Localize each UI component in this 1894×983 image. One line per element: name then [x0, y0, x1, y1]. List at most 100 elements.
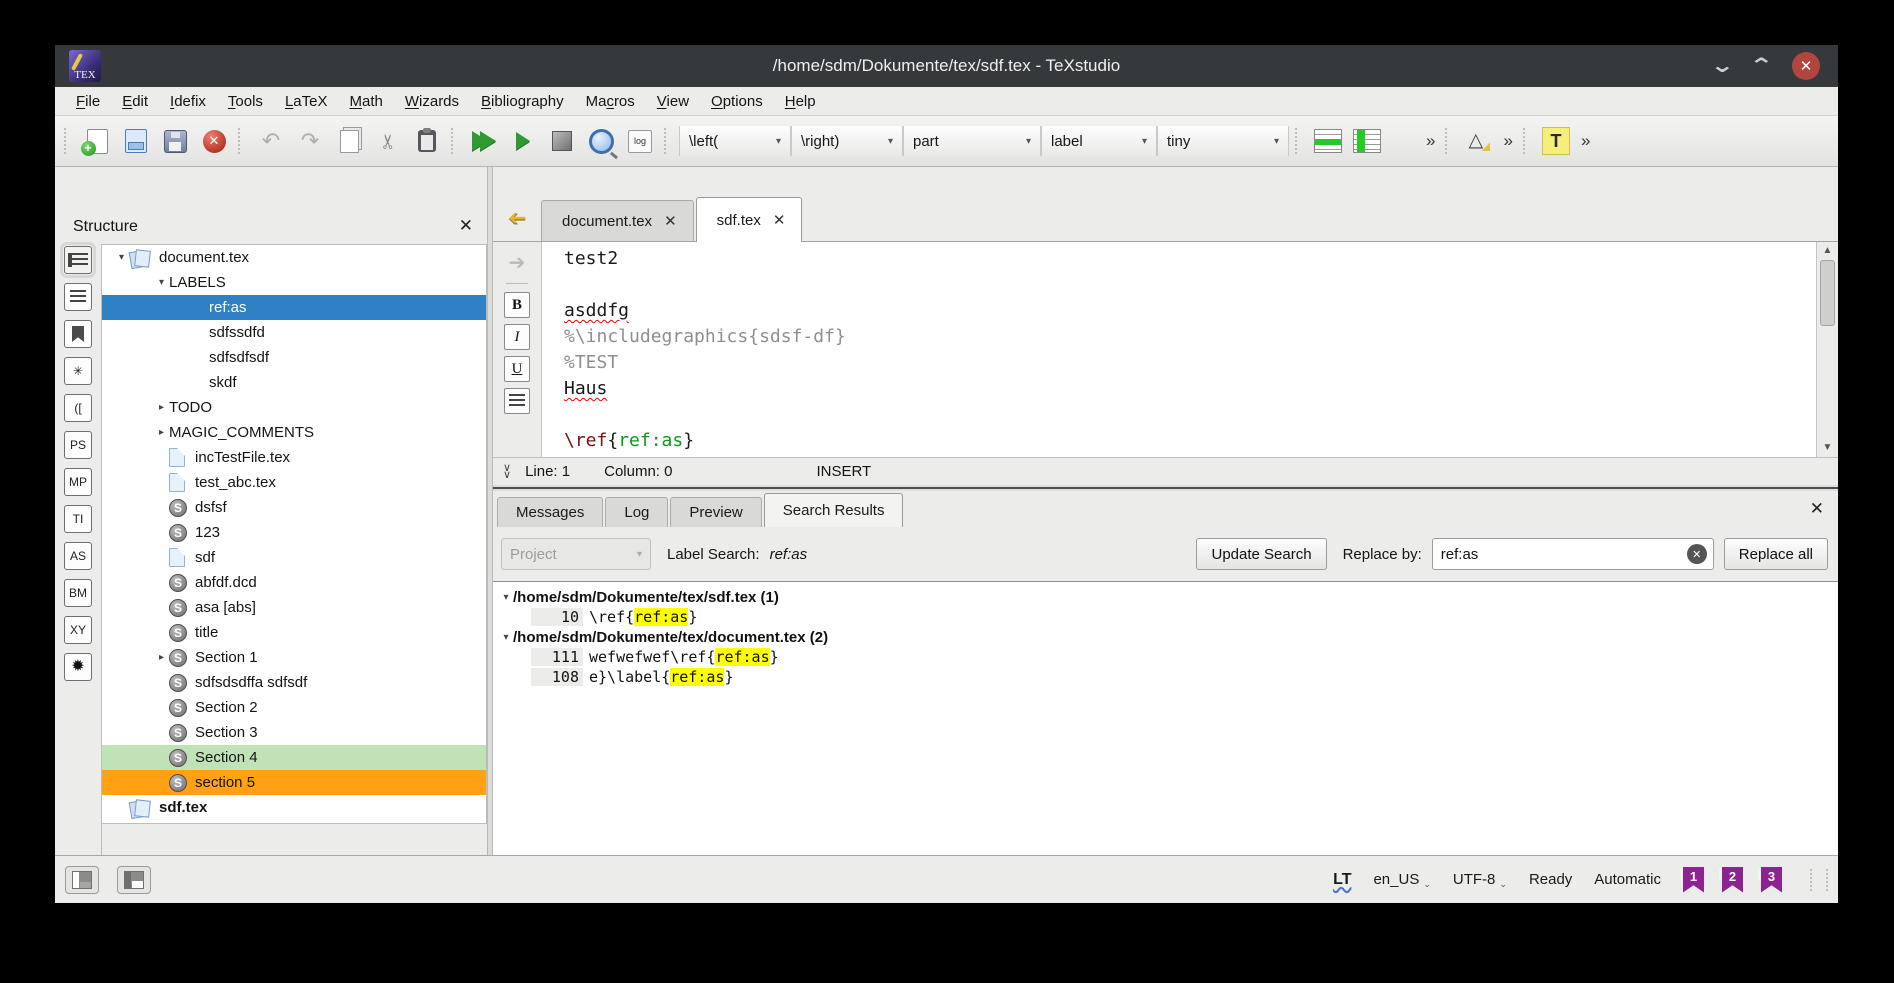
view-log-button[interactable]: log — [622, 124, 658, 158]
encoding-selector[interactable]: UTF-8⌄ — [1453, 871, 1507, 888]
menu-item-wizards[interactable]: Wizards — [394, 93, 470, 110]
toolbar-grip[interactable] — [1523, 128, 1532, 154]
side-toggle-brackets[interactable]: ([ — [64, 394, 92, 422]
format-text-button[interactable]: T — [1538, 124, 1574, 158]
toolbar-overflow-button[interactable]: » — [1499, 131, 1516, 151]
navigate-forward-icon[interactable]: ➔ — [509, 250, 526, 275]
toolbar-overflow-button[interactable]: » — [1577, 131, 1594, 151]
result-match-row[interactable]: 108e}\label{ref:as} — [493, 667, 1838, 687]
menu-item-bibliography[interactable]: Bibliography — [470, 93, 575, 110]
right-bracket-combo[interactable]: \right)▾ — [791, 126, 903, 156]
toolbar-grip[interactable] — [64, 128, 73, 154]
replace-input[interactable] — [1433, 546, 1687, 563]
tabular-row-button[interactable] — [1310, 124, 1346, 158]
resize-grip[interactable] — [1810, 869, 1828, 891]
toolbar-grip[interactable] — [238, 128, 247, 154]
tree-item-section-4[interactable]: ▾SSection 4 — [102, 745, 486, 770]
result-file-header[interactable]: ▾/home/sdm/Dokumente/tex/sdf.tex (1) — [493, 587, 1838, 607]
structure-close-icon[interactable]: ✕ — [459, 216, 473, 236]
maximize-icon[interactable]: ⌃ — [1749, 56, 1774, 76]
tab-close-icon[interactable]: ✕ — [773, 211, 786, 229]
tree-item-sdfsdsdffa-sdfsdf[interactable]: ▾Ssdfsdsdffa sdfsdf — [102, 670, 486, 695]
tree-item-ref-as[interactable]: ▾ref:as — [102, 295, 486, 320]
toolbar-grip[interactable] — [451, 128, 460, 154]
tree-item-section-5[interactable]: ▾Ssection 5 — [102, 770, 486, 795]
bottom-panel-close-icon[interactable]: ✕ — [1810, 499, 1824, 519]
tree-item-inctestfile-tex[interactable]: ▾incTestFile.tex — [102, 445, 486, 470]
undo-button[interactable]: ↶ — [253, 124, 289, 158]
side-toggle-bookmarks[interactable] — [64, 320, 92, 348]
side-toggle-structure[interactable] — [64, 246, 92, 274]
menu-item-view[interactable]: View — [646, 93, 700, 110]
bold-button[interactable]: B — [504, 292, 530, 318]
math-wizard-button[interactable] — [1460, 124, 1496, 158]
menu-item-edit[interactable]: Edit — [111, 93, 159, 110]
italic-button[interactable]: I — [504, 324, 530, 350]
menu-item-latex[interactable]: LaTeX — [274, 93, 339, 110]
side-toggle-symbols[interactable]: ✳ — [64, 357, 92, 385]
tree-item-sdfsdfsdf[interactable]: ▾sdfsdfsdf — [102, 345, 486, 370]
side-toggle-metapost[interactable]: MP — [64, 468, 92, 496]
tree-item-abfdf-dcd[interactable]: ▾Sabfdf.dcd — [102, 570, 486, 595]
side-toggle-special[interactable]: ✹ — [64, 653, 92, 681]
tree-item-sdf[interactable]: ▾sdf — [102, 545, 486, 570]
bookmark-button-1[interactable]: 1 — [1683, 867, 1704, 893]
bookmark-button-2[interactable]: 2 — [1722, 867, 1743, 893]
side-toggle-asymptote[interactable]: AS — [64, 542, 92, 570]
copy-button[interactable] — [331, 124, 367, 158]
toolbar-grip[interactable] — [1295, 128, 1304, 154]
left-bracket-combo[interactable]: \left(▾ — [679, 126, 791, 156]
menu-item-help[interactable]: Help — [774, 93, 827, 110]
expander-closed-icon[interactable]: ▸ — [154, 427, 169, 438]
editor-scrollbar[interactable]: ▲ ▼ — [1816, 242, 1838, 457]
tree-item-labels[interactable]: ▾LABELS — [102, 270, 486, 295]
stop-button[interactable] — [544, 124, 580, 158]
clear-input-icon[interactable]: ✕ — [1687, 544, 1707, 564]
tree-item-title[interactable]: ▾Stitle — [102, 620, 486, 645]
reference-combo[interactable]: label▾ — [1041, 126, 1157, 156]
close-window-icon[interactable]: ✕ — [1792, 52, 1820, 80]
update-search-button[interactable]: Update Search — [1196, 538, 1326, 570]
expander-open-icon[interactable]: ▾ — [499, 592, 513, 603]
menu-item-idefix[interactable]: Idefix — [159, 93, 217, 110]
spellcheck-language-selector[interactable]: en_US⌄ — [1373, 871, 1430, 888]
side-toggle-tikz[interactable]: TI — [64, 505, 92, 533]
tree-item-document-tex[interactable]: ▾document.tex — [102, 245, 486, 270]
paste-button[interactable] — [409, 124, 445, 158]
expander-closed-icon[interactable]: ▸ — [154, 402, 169, 413]
open-button[interactable] — [118, 124, 154, 158]
view-pdf-button[interactable] — [583, 124, 619, 158]
scroll-down-icon[interactable]: ▼ — [1823, 439, 1833, 457]
minimize-icon[interactable]: ⌄ — [1710, 56, 1735, 76]
expander-open-icon[interactable]: ▾ — [154, 277, 169, 288]
compile-button[interactable] — [505, 124, 541, 158]
replace-all-button[interactable]: Replace all — [1724, 538, 1828, 570]
expander-open-icon[interactable]: ▾ — [114, 252, 129, 263]
align-button[interactable] — [504, 388, 530, 414]
menu-item-tools[interactable]: Tools — [217, 93, 274, 110]
code-editor[interactable]: test2 asddfg%\includegraphics{sdsf-df}%T… — [541, 242, 1838, 457]
tab-close-icon[interactable]: ✕ — [664, 212, 677, 230]
side-toggle-line-spacing[interactable] — [64, 283, 92, 311]
tree-item-section-2[interactable]: ▾SSection 2 — [102, 695, 486, 720]
editor-tab-sdf-tex[interactable]: sdf.tex✕ — [696, 197, 803, 242]
fontsize-combo[interactable]: tiny▾ — [1157, 126, 1289, 156]
close-file-button[interactable]: ✕ — [196, 124, 232, 158]
bookmark-button-3[interactable]: 3 — [1761, 867, 1782, 893]
toggle-bottom-panel-button[interactable] — [117, 866, 151, 894]
build-and-view-button[interactable] — [466, 124, 502, 158]
languagetool-status[interactable]: LT — [1333, 871, 1351, 889]
result-match-row[interactable]: 111wefwefwef\ref{ref:as} — [493, 647, 1838, 667]
tree-item-skdf[interactable]: ▾skdf — [102, 370, 486, 395]
cut-button[interactable]: ✂ — [370, 124, 406, 158]
expander-closed-icon[interactable]: ▸ — [154, 652, 169, 663]
scrollbar-thumb[interactable] — [1820, 260, 1835, 326]
tree-item-sdf-tex[interactable]: ▾sdf.tex — [102, 795, 486, 820]
tree-item-dsfsf[interactable]: ▾Sdsfsf — [102, 495, 486, 520]
menu-item-options[interactable]: Options — [700, 93, 774, 110]
new-document-button[interactable]: + — [79, 124, 115, 158]
tree-item-asa-abs-[interactable]: ▾Sasa [abs] — [102, 595, 486, 620]
bottom-tab-preview[interactable]: Preview — [670, 497, 761, 527]
toggle-sidebar-button[interactable] — [65, 866, 99, 894]
scroll-up-icon[interactable]: ▲ — [1823, 242, 1833, 260]
